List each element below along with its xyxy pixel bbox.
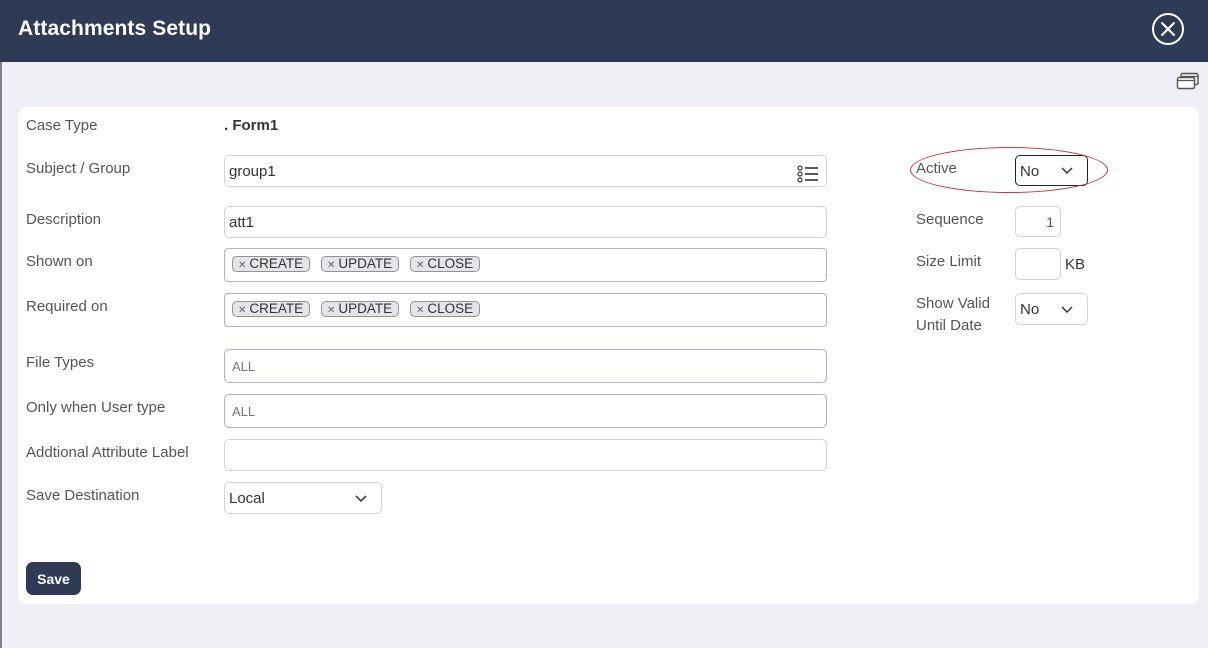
subject-group-input[interactable]: [224, 155, 827, 187]
close-button[interactable]: [1152, 13, 1184, 45]
x-icon[interactable]: ✕: [416, 260, 424, 271]
chevron-down-icon: [1061, 167, 1073, 175]
size-limit-input[interactable]: [1015, 248, 1061, 280]
list-icon[interactable]: [797, 165, 819, 183]
size-limit-label: Size Limit: [916, 253, 982, 270]
show-valid-label-1: Show Valid: [916, 295, 990, 312]
case-type-label: Case Type: [26, 117, 98, 134]
dialog-title: Attachments Setup: [18, 17, 212, 40]
description-label: Description: [26, 211, 102, 228]
tag-close[interactable]: ✕ CLOSE: [410, 301, 481, 317]
subject-group-label: Subject / Group: [26, 160, 131, 177]
save-destination-label: Save Destination: [26, 487, 140, 504]
x-icon[interactable]: ✕: [327, 305, 335, 316]
required-on-label: Required on: [26, 298, 108, 315]
required-on-tags[interactable]: ✕ CREATE ✕ UPDATE ✕ CLOSE: [224, 293, 827, 327]
active-label: Active: [916, 160, 957, 177]
sequence-input[interactable]: 1: [1015, 206, 1061, 237]
shown-on-label: Shown on: [26, 253, 93, 270]
save-destination-select[interactable]: Local: [224, 482, 382, 514]
attr-label-label: Addtional Attribute Label: [26, 444, 189, 461]
chevron-down-icon: [355, 495, 367, 503]
user-type-label: Only when User type: [26, 399, 166, 416]
case-type-value: . Form1: [224, 117, 279, 134]
close-circle-icon: [1161, 22, 1175, 36]
save-destination-value: Local: [229, 490, 265, 507]
show-valid-value: No: [1020, 301, 1040, 318]
sequence-value: 1: [1046, 214, 1054, 230]
file-types-input[interactable]: [224, 349, 827, 383]
tag-create[interactable]: ✕ CREATE: [232, 256, 311, 272]
window-border: [0, 62, 2, 648]
window-restore-icon[interactable]: [1176, 72, 1200, 90]
user-type-input[interactable]: [224, 394, 827, 428]
tag-close[interactable]: ✕ CLOSE: [410, 256, 481, 272]
show-valid-label-2: Until Date: [916, 317, 982, 334]
file-types-label: File Types: [26, 354, 95, 371]
size-limit-unit: KB: [1065, 256, 1086, 273]
x-icon[interactable]: ✕: [416, 305, 424, 316]
attr-label-input[interactable]: [224, 439, 827, 471]
sequence-label: Sequence: [916, 211, 984, 228]
tag-update[interactable]: ✕ UPDATE: [321, 256, 400, 272]
tag-create[interactable]: ✕ CREATE: [232, 301, 311, 317]
shown-on-tags[interactable]: ✕ CREATE ✕ UPDATE ✕ CLOSE: [224, 248, 827, 282]
x-icon[interactable]: ✕: [238, 305, 246, 316]
active-value: No: [1020, 163, 1040, 180]
x-icon[interactable]: ✕: [327, 260, 335, 271]
chevron-down-icon: [1061, 306, 1073, 314]
x-icon[interactable]: ✕: [238, 260, 246, 271]
active-select[interactable]: No: [1015, 155, 1088, 186]
tag-update[interactable]: ✕ UPDATE: [321, 301, 400, 317]
save-button[interactable]: Save: [26, 562, 81, 595]
description-input[interactable]: [224, 206, 827, 238]
dialog-header: Attachments Setup: [0, 0, 1208, 62]
show-valid-select[interactable]: No: [1015, 293, 1088, 325]
